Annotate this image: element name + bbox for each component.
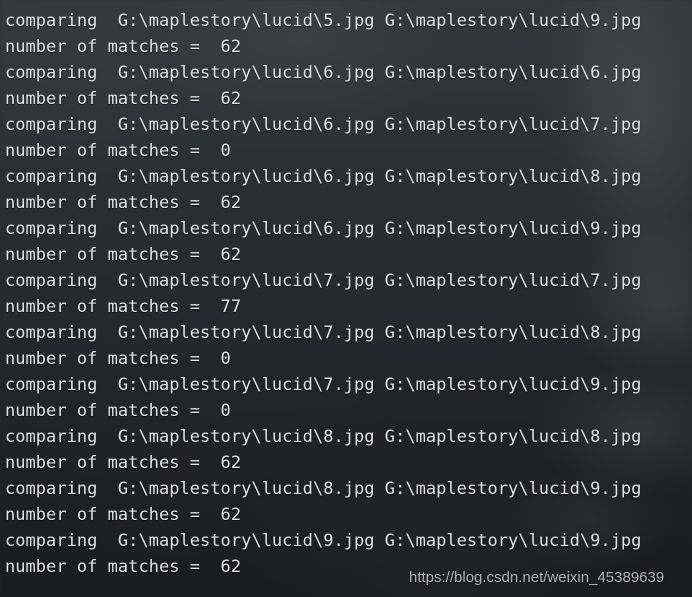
console-line-matches: number of matches = 0 xyxy=(5,141,231,161)
terminal-window: comparing G:\maplestory\lucid\5.jpg G:\m… xyxy=(0,0,692,597)
console-line-comparing: comparing G:\maplestory\lucid\7.jpg G:\m… xyxy=(5,375,642,395)
console-line-matches: number of matches = 77 xyxy=(5,297,242,317)
console-line-matches: number of matches = 62 xyxy=(5,89,242,109)
console-line-matches: number of matches = 62 xyxy=(5,37,242,57)
console-line-matches: number of matches = 0 xyxy=(5,401,231,421)
console-output[interactable]: comparing G:\maplestory\lucid\5.jpg G:\m… xyxy=(0,0,692,597)
csdn-watermark: https://blog.csdn.net/weixin_45389639 xyxy=(409,569,665,586)
console-line-comparing: comparing G:\maplestory\lucid\6.jpg G:\m… xyxy=(5,63,642,83)
console-line-comparing: comparing G:\maplestory\lucid\5.jpg G:\m… xyxy=(5,11,642,31)
console-line-matches: number of matches = 62 xyxy=(5,453,242,473)
console-line-matches: number of matches = 62 xyxy=(5,505,242,525)
console-line-comparing: comparing G:\maplestory\lucid\6.jpg G:\m… xyxy=(5,219,642,239)
console-line-matches: number of matches = 62 xyxy=(5,245,242,265)
console-line-comparing: comparing G:\maplestory\lucid\8.jpg G:\m… xyxy=(5,427,642,447)
console-line-matches: number of matches = 62 xyxy=(5,193,242,213)
console-line-comparing: comparing G:\maplestory\lucid\6.jpg G:\m… xyxy=(5,115,642,135)
console-line-matches: number of matches = 0 xyxy=(5,349,231,369)
console-line-comparing: comparing G:\maplestory\lucid\7.jpg G:\m… xyxy=(5,271,642,291)
console-line-comparing: comparing G:\maplestory\lucid\9.jpg G:\m… xyxy=(5,531,642,551)
console-line-comparing: comparing G:\maplestory\lucid\6.jpg G:\m… xyxy=(5,167,642,187)
console-line-comparing: comparing G:\maplestory\lucid\8.jpg G:\m… xyxy=(5,479,642,499)
console-line-comparing: comparing G:\maplestory\lucid\7.jpg G:\m… xyxy=(5,323,642,343)
